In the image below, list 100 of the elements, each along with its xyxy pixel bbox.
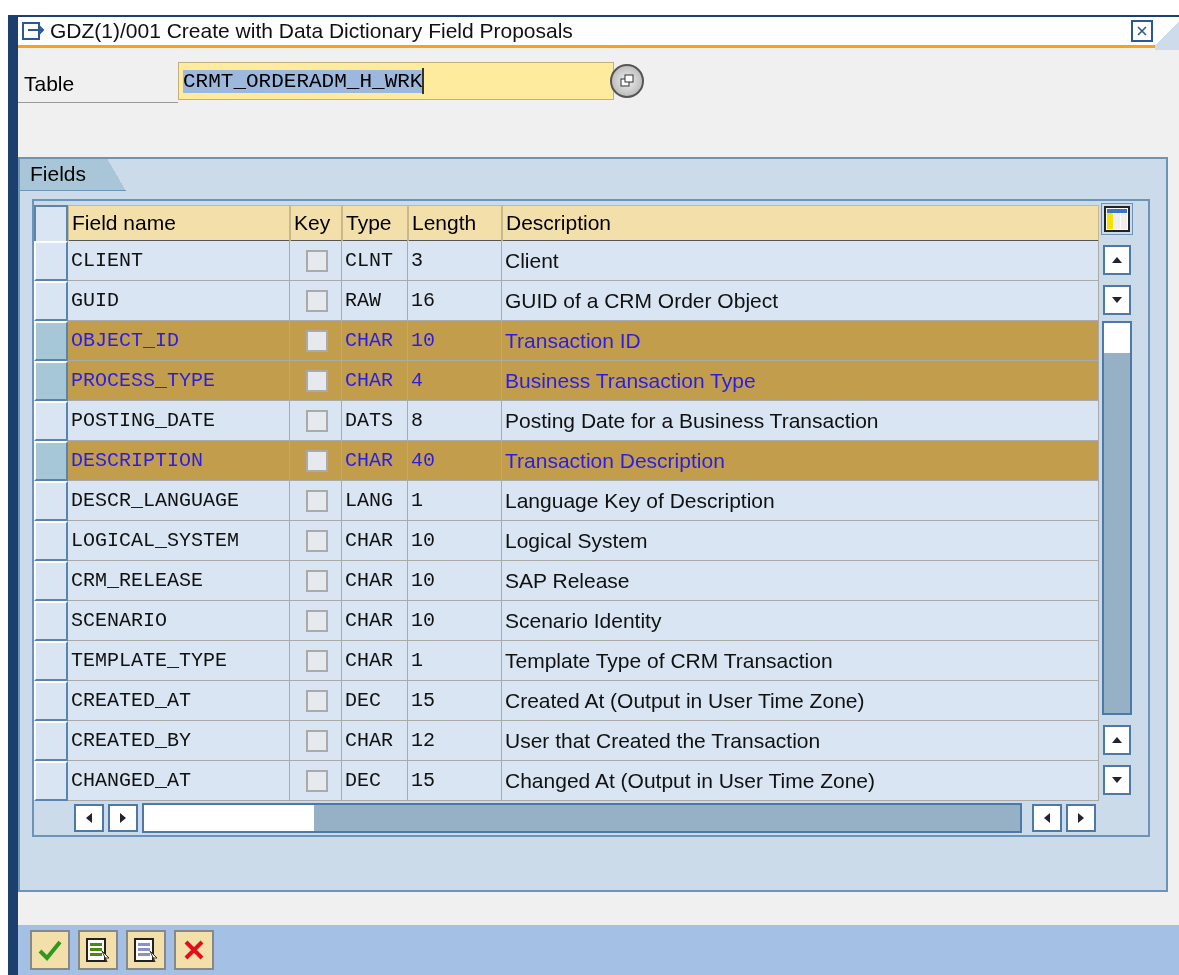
- column-header[interactable]: Field name: [68, 205, 290, 243]
- key-checkbox[interactable]: [306, 729, 328, 752]
- scroll-left-button[interactable]: [1032, 804, 1062, 832]
- scroll-thumb[interactable]: [144, 805, 314, 831]
- key-checkbox[interactable]: [306, 289, 328, 312]
- key-checkbox[interactable]: [306, 409, 328, 432]
- table-cell: CREATED_AT: [68, 681, 290, 721]
- key-checkbox[interactable]: [306, 249, 328, 272]
- table-cell: CHAR: [342, 521, 408, 561]
- key-checkbox[interactable]: [306, 689, 328, 712]
- table-cell: GUID: [68, 281, 290, 321]
- table-cell: Language Key of Description: [502, 481, 1099, 521]
- window-title: GDZ(1)/001 Create with Data Dictionary Field Proposals: [50, 19, 573, 43]
- select-all-button[interactable]: [78, 930, 118, 970]
- row-selector[interactable]: [34, 641, 68, 681]
- table-cell: Changed At (Output in User Time Zone): [502, 761, 1099, 801]
- vertical-scrollbar[interactable]: [1102, 321, 1132, 715]
- column-header[interactable]: Key: [290, 205, 342, 243]
- up-triangle-icon: [1111, 256, 1123, 264]
- row-selector[interactable]: [34, 561, 68, 601]
- scroll-down-button[interactable]: [1103, 765, 1131, 795]
- table-cell: PROCESS_TYPE: [68, 361, 290, 401]
- table-cell: 3: [408, 241, 502, 281]
- key-checkbox[interactable]: [306, 569, 328, 592]
- key-checkbox[interactable]: [306, 529, 328, 552]
- left-triangle-icon: [1043, 812, 1051, 824]
- table-cell: POSTING_DATE: [68, 401, 290, 441]
- page-down-button[interactable]: [1103, 285, 1131, 315]
- deselect-all-icon: [133, 937, 159, 963]
- row-selector[interactable]: [34, 321, 68, 361]
- row-selector[interactable]: [34, 281, 68, 321]
- key-checkbox[interactable]: [306, 449, 328, 472]
- table-cell: Transaction ID: [502, 321, 1099, 361]
- select-all-icon: [85, 937, 111, 963]
- value-help-button[interactable]: [610, 64, 644, 98]
- column-header[interactable]: Type: [342, 205, 408, 243]
- table-cell: 15: [408, 761, 502, 801]
- scroll-left-button[interactable]: [74, 804, 104, 832]
- table-cell: GUID of a CRM Order Object: [502, 281, 1099, 321]
- row-selector[interactable]: [34, 721, 68, 761]
- table-cell: Business Transaction Type: [502, 361, 1099, 401]
- column-header[interactable]: Description: [502, 205, 1099, 243]
- table-cell: LOGICAL_SYSTEM: [68, 521, 290, 561]
- row-selector[interactable]: [34, 601, 68, 641]
- horizontal-scrollbar[interactable]: [142, 803, 1022, 833]
- table-cell: DEC: [342, 761, 408, 801]
- deselect-all-button[interactable]: [126, 930, 166, 970]
- key-checkbox[interactable]: [306, 489, 328, 512]
- down-triangle-icon: [1111, 296, 1123, 304]
- table-cell: 10: [408, 521, 502, 561]
- table-cell: CHAR: [342, 641, 408, 681]
- table-cell: CHAR: [342, 361, 408, 401]
- select-all-cell[interactable]: [34, 205, 68, 243]
- table-cell: CRM_RELEASE: [68, 561, 290, 601]
- key-checkbox[interactable]: [306, 769, 328, 792]
- table-cell: CHAR: [342, 721, 408, 761]
- table-cell: LANG: [342, 481, 408, 521]
- row-selector[interactable]: [34, 481, 68, 521]
- key-checkbox[interactable]: [306, 649, 328, 672]
- scroll-right-button[interactable]: [1066, 804, 1096, 832]
- left-triangle-icon: [85, 812, 93, 824]
- row-selector[interactable]: [34, 241, 68, 281]
- scroll-right-button[interactable]: [108, 804, 138, 832]
- windows-icon: [620, 74, 634, 88]
- table-cell: SAP Release: [502, 561, 1099, 601]
- table-cell: 10: [408, 601, 502, 641]
- key-checkbox[interactable]: [306, 329, 328, 352]
- row-selector[interactable]: [34, 361, 68, 401]
- table-cell: Template Type of CRM Transaction: [502, 641, 1099, 681]
- row-selector[interactable]: [34, 681, 68, 721]
- table-cell: 1: [408, 641, 502, 681]
- row-selector[interactable]: [34, 401, 68, 441]
- table-cell: CHAR: [342, 561, 408, 601]
- row-selector[interactable]: [34, 441, 68, 481]
- row-selector[interactable]: [34, 761, 68, 801]
- window-icon: [22, 21, 46, 41]
- page-up-button[interactable]: [1103, 245, 1131, 275]
- scroll-thumb[interactable]: [1104, 323, 1130, 353]
- table-cell: SCENARIO: [68, 601, 290, 641]
- close-button[interactable]: [1131, 20, 1153, 42]
- table-cell: Logical System: [502, 521, 1099, 561]
- row-selector[interactable]: [34, 521, 68, 561]
- right-triangle-icon: [119, 812, 127, 824]
- table-cell: 40: [408, 441, 502, 481]
- table-cell: 12: [408, 721, 502, 761]
- table-cell: DEC: [342, 681, 408, 721]
- table-input-field[interactable]: CRMT_ORDERADM_H_WRK: [178, 62, 614, 100]
- close-icon: [1135, 24, 1149, 38]
- table-cell: Client: [502, 241, 1099, 281]
- table-cell: CHAR: [342, 441, 408, 481]
- column-settings-button[interactable]: [1101, 203, 1133, 235]
- column-header[interactable]: Length: [408, 205, 502, 243]
- confirm-button[interactable]: [30, 930, 70, 970]
- scroll-up-button[interactable]: [1103, 725, 1131, 755]
- columns-icon: [1104, 206, 1130, 232]
- cancel-button[interactable]: [174, 930, 214, 970]
- key-checkbox[interactable]: [306, 609, 328, 632]
- table-cell: DESCR_LANGUAGE: [68, 481, 290, 521]
- key-checkbox[interactable]: [306, 369, 328, 392]
- table-cell: 1: [408, 481, 502, 521]
